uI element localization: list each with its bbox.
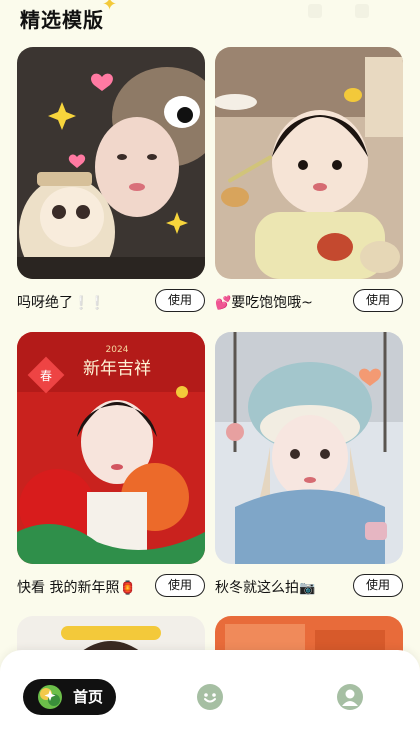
template-card[interactable]: 吗呀绝了❕❕ 使用	[17, 47, 205, 312]
fu-text: 春	[40, 369, 52, 383]
template-caption: 秋冬就这么拍	[215, 580, 299, 596]
lantern-icon: 🏮	[119, 581, 136, 596]
template-caption: 要吃饱饱哦~	[231, 295, 313, 311]
nav-home-tab[interactable]: 首页	[23, 679, 116, 715]
profile-icon[interactable]	[337, 684, 363, 710]
sparkle-icon: ✦	[102, 0, 118, 15]
camera-icon: 📷	[299, 581, 316, 596]
caption-row: 💕要吃饱饱哦~ 使用	[215, 289, 403, 313]
caption-row: 吗呀绝了❕❕ 使用	[17, 289, 205, 313]
hearts-icon: 💕	[215, 296, 232, 311]
template-card[interactable]: 秋冬就这么拍📷 使用	[215, 332, 403, 597]
status-icon	[308, 4, 322, 18]
template-thumbnail[interactable]	[17, 47, 205, 279]
header: 精选模版 ✦	[0, 0, 420, 40]
greeting-text: 新年吉祥	[83, 359, 151, 379]
use-button[interactable]: 使用	[353, 289, 403, 312]
caption-row: 秋冬就这么拍📷 使用	[215, 574, 403, 598]
bottom-nav: 首页	[0, 650, 420, 746]
template-thumbnail[interactable]: 2024 新年吉祥 春	[17, 332, 205, 564]
template-thumbnail[interactable]	[215, 47, 403, 279]
template-card[interactable]: 2024 新年吉祥 春 快看 我的新年照🏮 使用	[17, 332, 205, 597]
nav-home-label: 首页	[73, 688, 104, 706]
smile-icon[interactable]	[197, 684, 223, 710]
template-thumbnail[interactable]	[215, 332, 403, 564]
use-button[interactable]: 使用	[155, 574, 205, 597]
template-caption: 快看 我的新年照	[17, 580, 120, 596]
caption-row: 快看 我的新年照🏮 使用	[17, 574, 205, 598]
status-icon	[355, 4, 369, 18]
page-title: 精选模版	[20, 8, 104, 32]
template-card[interactable]: 💕要吃饱饱哦~ 使用	[215, 47, 403, 312]
home-icon	[38, 685, 62, 709]
year-text: 2024	[106, 345, 129, 355]
template-caption: 吗呀绝了	[17, 295, 73, 311]
use-button[interactable]: 使用	[353, 574, 403, 597]
use-button[interactable]: 使用	[155, 289, 205, 312]
exclamation-icon: ❕❕	[73, 296, 106, 311]
